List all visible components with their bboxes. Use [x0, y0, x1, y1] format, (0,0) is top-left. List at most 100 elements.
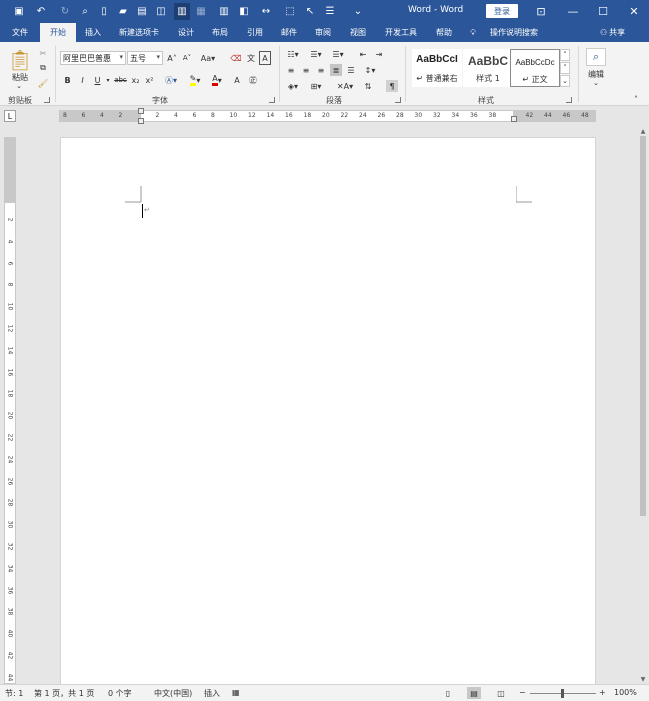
align-left-icon[interactable]: ≡ [285, 64, 297, 76]
sort-icon[interactable]: ⇅ [362, 80, 374, 92]
shading-icon[interactable]: ◈▾ [285, 80, 301, 92]
styles-scroll-up-icon[interactable]: ˄ [560, 49, 570, 61]
macro-record-icon[interactable]: ▦ [232, 688, 240, 697]
shrink-font-icon[interactable]: A˅ [181, 51, 193, 65]
tab-references[interactable]: 引用 [240, 23, 270, 42]
insert-mode[interactable]: 插入 [204, 688, 220, 699]
paragraph-launcher-icon[interactable] [395, 97, 401, 103]
character-border-icon[interactable]: A [259, 51, 271, 65]
underline-button[interactable]: U [92, 73, 103, 87]
clear-formatting-icon[interactable]: ⌫ [229, 51, 243, 65]
editing-dropdown-icon[interactable]: ⌄ [590, 79, 602, 87]
character-shading-icon[interactable]: A [231, 73, 243, 87]
share-button[interactable]: ⚇ 共享 [600, 23, 625, 42]
first-line-indent-marker[interactable] [138, 108, 144, 114]
underline-dropdown-icon[interactable]: ▾ [104, 73, 112, 87]
tab-help[interactable]: 帮助 [429, 23, 459, 42]
page-setup-icon[interactable]: ◧ [236, 3, 252, 20]
decrease-indent-icon[interactable]: ⇤ [356, 48, 370, 60]
tab-insert[interactable]: 插入 [78, 23, 108, 42]
numbering-icon[interactable]: ☰▾ [308, 48, 324, 60]
right-indent-marker[interactable] [511, 116, 517, 122]
clipboard-launcher-icon[interactable] [44, 97, 50, 103]
bullets-icon[interactable]: ☷▾ [285, 48, 301, 60]
distributed-icon[interactable]: ☰ [345, 64, 357, 76]
paste-label[interactable]: 粘贴 [6, 72, 34, 82]
cursor-icon[interactable]: ↖ [302, 3, 318, 20]
style-item[interactable]: AaBbCcI ↵ 普通兼右 [412, 49, 462, 87]
style-item[interactable]: AaBbC 样式 1 [463, 49, 513, 87]
tab-selector[interactable]: L [4, 110, 16, 122]
select-icon[interactable]: ⬚ [282, 3, 298, 20]
scrollbar-thumb[interactable] [640, 136, 646, 516]
vertical-scrollbar[interactable]: ▲ ▼ [637, 126, 649, 684]
change-case-button[interactable]: Aa ▾ [199, 51, 217, 65]
show-marks-icon[interactable]: ¶ [386, 80, 398, 92]
scroll-up-icon[interactable]: ▲ [637, 126, 649, 136]
font-size-combo[interactable]: 五号 ▾ [127, 51, 163, 65]
zoom-slider-thumb[interactable] [561, 689, 564, 698]
editing-button[interactable]: 编辑 [582, 69, 610, 79]
grow-font-icon[interactable]: A˄ [166, 51, 178, 65]
tab-layout[interactable]: 布局 [205, 23, 235, 42]
font-launcher-icon[interactable] [269, 97, 275, 103]
tell-me-search[interactable]: 操作说明搜索 [484, 23, 544, 42]
paste-special-icon[interactable]: ▤ [134, 3, 150, 20]
paste-icon[interactable]: 📋︎ [7, 47, 32, 73]
format-painter-brush-icon[interactable]: 🖌︎ [37, 77, 49, 89]
scroll-down-icon[interactable]: ▼ [637, 674, 649, 684]
customize-toolbar-icon[interactable]: ⌄ [350, 3, 366, 20]
section-indicator[interactable]: 节: 1 [5, 688, 23, 699]
text-effects-icon[interactable]: Ⓐ▾ [164, 73, 178, 87]
borders-icon[interactable]: ⊞▾ [308, 80, 324, 92]
tab-developer[interactable]: 开发工具 [377, 23, 425, 42]
tab-mailings[interactable]: 邮件 [274, 23, 304, 42]
tab-view[interactable]: 视图 [343, 23, 373, 42]
chinese-layout-icon[interactable]: ✕A▾ [336, 80, 354, 92]
style-item-selected[interactable]: AaBbCcDc ↵ 正文 [510, 49, 560, 87]
tab-home[interactable]: 开始 [40, 23, 76, 42]
print-layout-icon[interactable]: ▤ [467, 687, 481, 699]
italic-button[interactable]: I [77, 73, 88, 87]
ribbon-display-icon[interactable]: ⊡ [526, 0, 556, 23]
collapse-ribbon-icon[interactable]: ˄ [630, 94, 642, 104]
bold-button[interactable]: B [62, 73, 73, 87]
web-layout-icon[interactable]: ◫ [494, 687, 508, 699]
horizontal-ruler[interactable]: 8 6 4 2 2 4 6 8 10 12 14 16 18 20 22 24 26 28 30 32 34 36 38 42… [59, 108, 596, 124]
document-view-icon[interactable]: ▥ [174, 3, 190, 20]
minimize-icon[interactable]: — [558, 0, 588, 23]
page-width-icon[interactable]: ↔ [258, 3, 274, 20]
save-icon[interactable]: ▣ [11, 3, 27, 20]
print-preview-icon[interactable]: ⌕ [77, 3, 93, 20]
read-mode-icon[interactable]: ▯ [441, 687, 455, 699]
zoom-level[interactable]: 100% [614, 688, 637, 697]
table-icon[interactable]: ▦ [193, 3, 209, 20]
font-name-combo[interactable]: 阿里巴巴普惠 ▾ [60, 51, 126, 65]
align-center-icon[interactable]: ≡ [300, 64, 312, 76]
enclose-characters-icon[interactable]: ㊣ [247, 73, 259, 87]
superscript-button[interactable]: x² [144, 73, 155, 87]
vertical-ruler[interactable]: 2 4 6 8 10 12 14 16 18 20 22 24 26 28 30 32 34 36 38 40 42 44 [4, 137, 16, 684]
zoom-out-button[interactable]: − [519, 688, 526, 697]
copy-icon[interactable]: ⧉ [37, 62, 49, 74]
redo-icon[interactable]: ↻ [57, 3, 73, 20]
undo-icon[interactable]: ↶ [33, 3, 49, 20]
styles-launcher-icon[interactable] [566, 97, 572, 103]
highlight-color-button[interactable]: ✎ ▾ [186, 73, 204, 87]
language-indicator[interactable]: 中文(中国) [154, 688, 192, 699]
close-icon[interactable]: ✕ [619, 0, 649, 23]
login-button[interactable]: 登录 [486, 4, 518, 18]
open-folder-icon[interactable]: ▰ [115, 3, 131, 20]
maximize-icon[interactable]: ☐ [588, 0, 618, 23]
find-icon[interactable]: ⌕ [586, 48, 606, 66]
multilevel-list-icon[interactable]: ☰▾ [330, 48, 346, 60]
new-document-icon[interactable]: ▯ [96, 3, 112, 20]
bullet-list-icon[interactable]: ☰ [322, 3, 338, 20]
zoom-in-button[interactable]: + [599, 688, 606, 697]
paste-dropdown-icon[interactable]: ⌄ [12, 82, 26, 90]
columns-icon[interactable]: ▥ [216, 3, 232, 20]
document-page[interactable]: ↵ [60, 137, 596, 684]
phonetic-guide-icon[interactable]: 文 [245, 51, 257, 65]
increase-indent-icon[interactable]: ⇥ [372, 48, 386, 60]
page-indicator[interactable]: 第 1 页，共 1 页 [34, 688, 94, 699]
